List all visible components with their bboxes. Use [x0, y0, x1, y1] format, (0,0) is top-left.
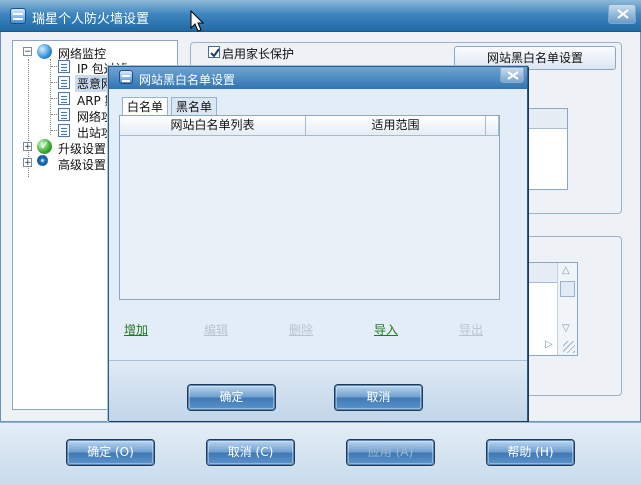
- mouse-cursor-icon: [190, 10, 204, 32]
- rules-list-box: △ ▽ ▷: [526, 262, 578, 356]
- document-icon: [58, 124, 70, 137]
- main-help-button[interactable]: 帮助 (H): [487, 440, 574, 465]
- tree-item-advanced[interactable]: 高级设置: [58, 156, 106, 173]
- window-close-button[interactable]: [608, 4, 636, 24]
- whitelist-table[interactable]: 网站白名单列表 适用范围: [119, 115, 500, 300]
- import-link[interactable]: 导入: [374, 321, 398, 338]
- scroll-right-icon[interactable]: ▷: [545, 339, 553, 350]
- main-cancel-button[interactable]: 取消 (C): [207, 440, 294, 465]
- document-icon: [58, 92, 70, 105]
- tree-connector: [50, 59, 51, 135]
- main-ok-button[interactable]: 确定 (O): [67, 440, 154, 465]
- resize-grip-icon[interactable]: [563, 341, 575, 353]
- tree-expand-icon[interactable]: +: [23, 142, 32, 152]
- document-icon: [58, 60, 70, 73]
- dialog-app-icon: [119, 70, 133, 84]
- dialog-cancel-button[interactable]: 取消: [335, 385, 422, 410]
- document-icon: [58, 76, 70, 89]
- scroll-down-icon[interactable]: ▽: [562, 323, 570, 334]
- dialog-title: 网站黑白名单设置: [139, 73, 236, 87]
- add-link[interactable]: 增加: [124, 321, 148, 338]
- dialog-button-bar: [109, 360, 527, 421]
- check-globe-icon: ✓: [37, 139, 52, 154]
- window-title: 瑞星个人防火墙设置: [32, 12, 150, 27]
- dialog-titlebar[interactable]: 网站黑白名单设置: [109, 67, 527, 89]
- app-shield-icon: [10, 8, 26, 24]
- column-header-site[interactable]: 网站白名单列表: [120, 116, 306, 136]
- document-icon: [58, 108, 70, 121]
- scroll-up-icon[interactable]: △: [562, 265, 570, 276]
- tree-expand-icon[interactable]: +: [23, 158, 32, 168]
- dialog-close-button[interactable]: [500, 67, 524, 83]
- site-list-box: [526, 108, 568, 190]
- tree-collapse-icon[interactable]: −: [23, 47, 32, 57]
- parental-control-checkbox[interactable]: [208, 46, 220, 58]
- tab-blacklist[interactable]: 黑名单: [171, 97, 218, 115]
- export-link[interactable]: 导出: [459, 321, 483, 338]
- scroll-thumb[interactable]: [560, 281, 575, 297]
- site-list-header: [527, 109, 567, 129]
- tab-whitelist[interactable]: 白名单: [122, 97, 169, 115]
- globe-icon: [37, 44, 52, 59]
- checkmark-icon: [210, 48, 220, 58]
- gear-icon: [37, 155, 48, 166]
- column-header-scope[interactable]: 适用范围: [306, 116, 486, 136]
- blacklist-dialog: 网站黑白名单设置 白名单 黑名单 网站白名单列表 适用范围 增加 编辑 删除 导…: [108, 66, 528, 421]
- parental-control-label: 启用家长保护: [222, 47, 295, 61]
- rules-list-header: [527, 263, 557, 283]
- close-icon: [507, 71, 519, 80]
- tree-item-upgrade[interactable]: 升级设置: [58, 140, 106, 157]
- main-apply-button[interactable]: 应用 (A): [347, 440, 434, 465]
- close-icon: [617, 9, 629, 19]
- dialog-ok-button[interactable]: 确定: [188, 385, 275, 410]
- column-header-filler: [486, 116, 499, 136]
- delete-link[interactable]: 删除: [289, 321, 313, 338]
- edit-link[interactable]: 编辑: [204, 321, 228, 338]
- main-titlebar[interactable]: 瑞星个人防火墙设置: [0, 0, 641, 32]
